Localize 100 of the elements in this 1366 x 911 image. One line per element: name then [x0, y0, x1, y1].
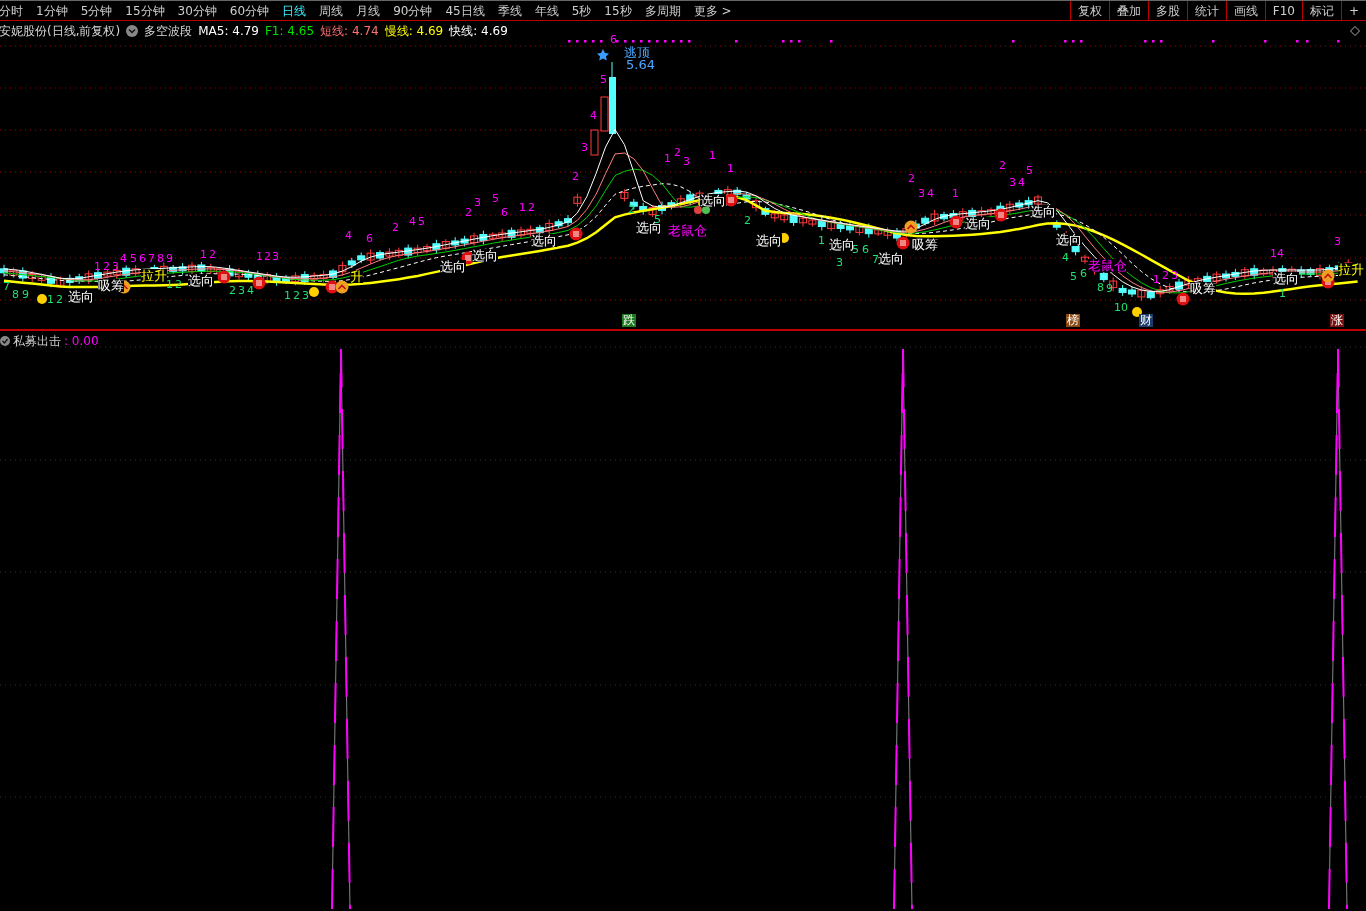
dropdown-icon[interactable]: [0, 336, 10, 346]
period-tab[interactable]: 季线: [497, 1, 522, 20]
period-tab[interactable]: 5分钟: [80, 1, 113, 20]
event-tag[interactable]: 财: [1139, 314, 1153, 327]
period-tab[interactable]: 60分钟: [229, 1, 270, 20]
signal-label: 选向: [531, 234, 557, 247]
candlestick: [28, 270, 37, 283]
count-label: 5: [418, 216, 425, 227]
signal-label: 选向: [878, 252, 904, 265]
signal-label: 选向: [1056, 233, 1082, 246]
count-label: 3: [1334, 236, 1341, 247]
period-tab[interactable]: 90分钟: [393, 1, 433, 20]
count-label: 4: [345, 230, 352, 241]
count-label: 5: [130, 253, 137, 264]
candlestick: [1231, 268, 1240, 281]
period-tab[interactable]: 年线: [534, 1, 559, 20]
count-label: 2: [908, 173, 915, 184]
candlestick: [9, 267, 18, 279]
tool-button[interactable]: 叠加: [1108, 1, 1148, 20]
count-label: 1: [284, 290, 291, 301]
tool-button[interactable]: 标记: [1301, 1, 1341, 20]
event-tag[interactable]: 榜: [1066, 314, 1080, 327]
tool-button[interactable]: 复权: [1069, 1, 1109, 20]
candlestick: [1052, 219, 1061, 231]
count-label: 3: [581, 142, 588, 153]
diamond-icon[interactable]: [1350, 25, 1360, 36]
count-label: 3: [112, 261, 119, 272]
period-tab[interactable]: 更多 >: [693, 1, 732, 20]
tool-button[interactable]: 画线: [1225, 1, 1265, 20]
count-label: 7: [872, 254, 879, 265]
count-label: 4: [247, 285, 254, 296]
signal-label: 选向: [440, 260, 466, 273]
count-label: 1: [818, 235, 825, 246]
seal-icon: [252, 276, 266, 290]
period-tab[interactable]: 1分钟: [36, 1, 68, 20]
candlestick: [1146, 289, 1155, 301]
seal-icon: [1176, 292, 1190, 306]
period-tab[interactable]: 周线: [319, 1, 344, 20]
signal-label: 吸筹: [98, 279, 124, 292]
count-label: 5: [1026, 165, 1033, 176]
coin-icon: [37, 294, 47, 304]
signal-label: 选向: [68, 290, 94, 303]
candlestick: [770, 209, 779, 223]
candlestick: [1165, 282, 1174, 295]
tool-button[interactable]: 多股: [1147, 1, 1187, 20]
signal-label: 拉升: [1338, 263, 1364, 276]
candlestick: [498, 228, 507, 242]
period-tab[interactable]: 分时: [0, 1, 23, 20]
count-label: 2: [744, 215, 751, 226]
period-tab[interactable]: 多周期: [644, 1, 681, 20]
signal-label: 升: [350, 270, 363, 283]
candlestick: [1240, 266, 1249, 280]
event-tag[interactable]: 涨: [1330, 314, 1344, 327]
count-label: 1: [94, 261, 101, 272]
period-tab[interactable]: 月线: [356, 1, 381, 20]
count-label: 2: [465, 207, 472, 218]
candlestick: [56, 276, 65, 288]
candlestick: [808, 217, 817, 228]
count-label: 1: [727, 163, 734, 174]
period-tab[interactable]: 日线: [282, 1, 307, 20]
count-label: 6: [501, 207, 508, 218]
up-chevron-icon: [1321, 269, 1335, 283]
up-chevron-icon: [335, 280, 349, 294]
signal-label: 选向: [188, 274, 214, 287]
count-label: 3: [474, 197, 481, 208]
indicator-value: : 0.00: [64, 333, 99, 350]
seal-icon: [569, 227, 583, 241]
candlestick: [366, 248, 375, 265]
tool-button[interactable]: 统计: [1186, 1, 1226, 20]
signal-label: 选向: [700, 194, 726, 207]
count-label: 6: [139, 253, 146, 264]
candlestick: [460, 235, 469, 247]
candlestick: [639, 202, 648, 216]
count-label: 3: [302, 290, 309, 301]
candlestick: [1137, 285, 1146, 302]
seal-icon: [217, 270, 231, 284]
count-label: 2: [572, 171, 579, 182]
count-label: 5: [1070, 271, 1077, 282]
period-tab[interactable]: 5秒: [571, 1, 592, 20]
candlestick: [1156, 285, 1165, 299]
count-label: 9: [22, 289, 29, 300]
count-label: 4: [120, 253, 127, 264]
count-label: 1: [664, 153, 671, 164]
count-label: 5: [492, 193, 499, 204]
dropdown-icon[interactable]: [126, 24, 139, 37]
count-label: 1: [709, 150, 716, 161]
count-label: 3: [1171, 270, 1178, 281]
candlestick: [1015, 199, 1024, 211]
event-tag[interactable]: 跌: [622, 314, 636, 327]
count-label: 1: [256, 251, 263, 262]
candlestick: [347, 257, 356, 269]
tool-button[interactable]: F10: [1264, 1, 1302, 20]
count-label: 3: [918, 188, 925, 199]
count-label: 3: [683, 156, 690, 167]
period-tab[interactable]: 30分钟: [177, 1, 217, 20]
candlestick: [742, 191, 751, 203]
period-tab[interactable]: 15分钟: [125, 1, 165, 20]
period-tab[interactable]: 15秒: [604, 1, 632, 20]
tool-button[interactable]: +: [1340, 1, 1366, 20]
period-tab[interactable]: 45日线: [445, 1, 485, 20]
